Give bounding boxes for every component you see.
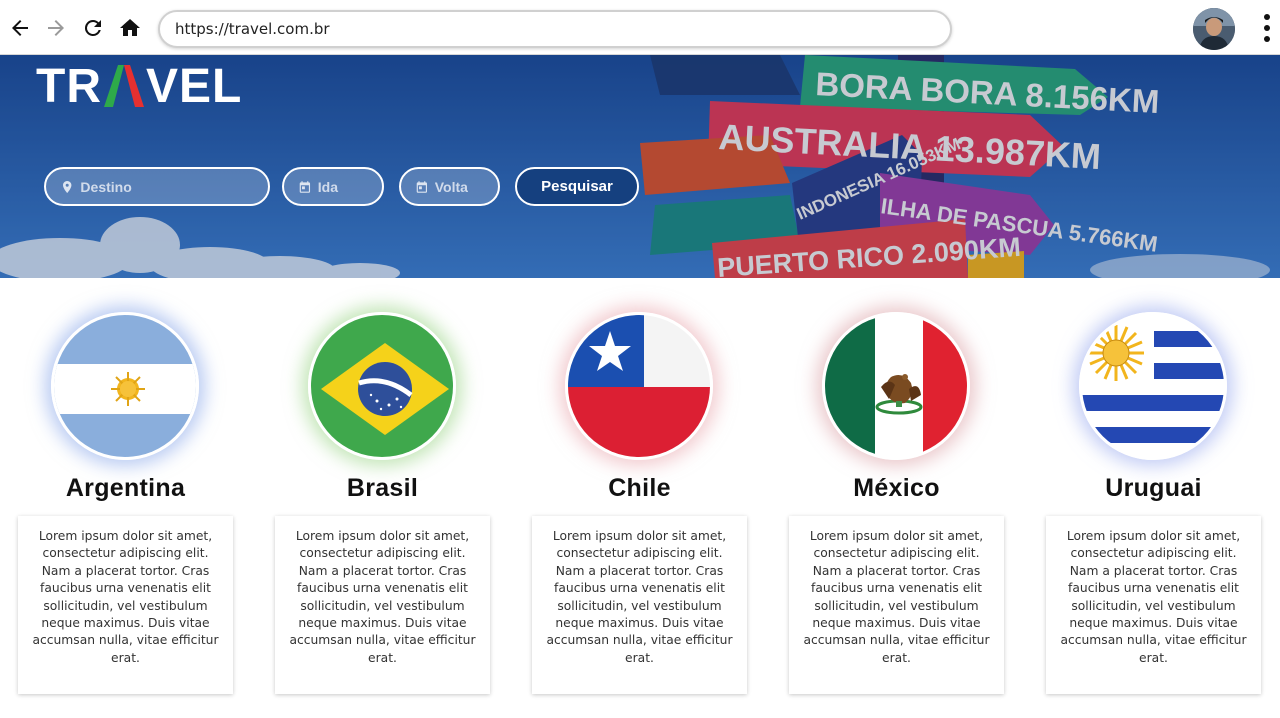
reload-button[interactable] [80,13,106,43]
chile-flag[interactable] [565,312,713,460]
country-name: Chile [608,474,671,502]
calendar-icon [299,180,311,193]
brasil-flag[interactable] [308,312,456,460]
uruguai-flag[interactable] [1079,312,1227,460]
country-card-argentina[interactable]: Argentina Lorem ipsum dolor sit amet, co… [18,278,233,718]
country-description: Lorem ipsum dolor sit amet, consectetur … [532,516,747,694]
country-card-uruguai[interactable]: Uruguai Lorem ipsum dolor sit amet, cons… [1046,278,1261,718]
country-name: Argentina [65,474,186,502]
calendar-icon [416,180,428,193]
country-description: Lorem ipsum dolor sit amet, consectetur … [1046,516,1261,694]
country-card-chile[interactable]: Chile Lorem ipsum dolor sit amet, consec… [532,278,747,718]
address-bar[interactable] [158,10,952,48]
reload-icon [84,19,101,36]
argentina-flag[interactable] [51,312,199,460]
travel-logo[interactable]: TR VEL [36,63,242,111]
url-input[interactable] [175,20,950,38]
home-icon [120,19,140,36]
avatar[interactable] [1193,8,1235,50]
home-button[interactable] [117,13,143,43]
country-description: Lorem ipsum dolor sit amet, consectetur … [18,516,233,694]
search-button[interactable]: Pesquisar [515,167,639,206]
logo-a-mark [103,65,144,107]
forward-button[interactable] [43,13,69,43]
back-button[interactable] [7,13,33,43]
departure-input[interactable] [317,178,382,195]
hero-banner: BORA BORA 8.156KM AUSTRALIA 13.987KM IND… [0,55,1280,278]
logo-text-end: VEL [145,60,243,113]
country-name: México [853,474,940,502]
destination-input[interactable] [80,178,268,195]
country-name: Uruguai [1105,474,1202,502]
user-photo [1193,8,1235,50]
departure-date-field[interactable] [282,167,384,206]
country-name: Brasil [346,474,419,502]
return-date-field[interactable] [399,167,500,206]
mexico-flag[interactable] [822,312,970,460]
destination-field[interactable] [44,167,270,206]
country-card-mexico[interactable]: México Lorem ipsum dolor sit amet, conse… [789,278,1004,718]
arrow-left-icon [12,20,28,36]
logo-text-start: TR [36,60,102,113]
country-description: Lorem ipsum dolor sit amet, consectetur … [275,516,490,694]
country-description: Lorem ipsum dolor sit amet, consectetur … [789,516,1004,694]
country-card-brasil[interactable]: Brasil Lorem ipsum dolor sit amet, conse… [275,278,490,718]
browser-toolbar [0,0,1280,55]
location-pin-icon [63,180,72,193]
more-vertical-icon[interactable] [1256,12,1278,44]
arrow-right-icon [48,20,64,36]
return-input[interactable] [434,178,498,195]
